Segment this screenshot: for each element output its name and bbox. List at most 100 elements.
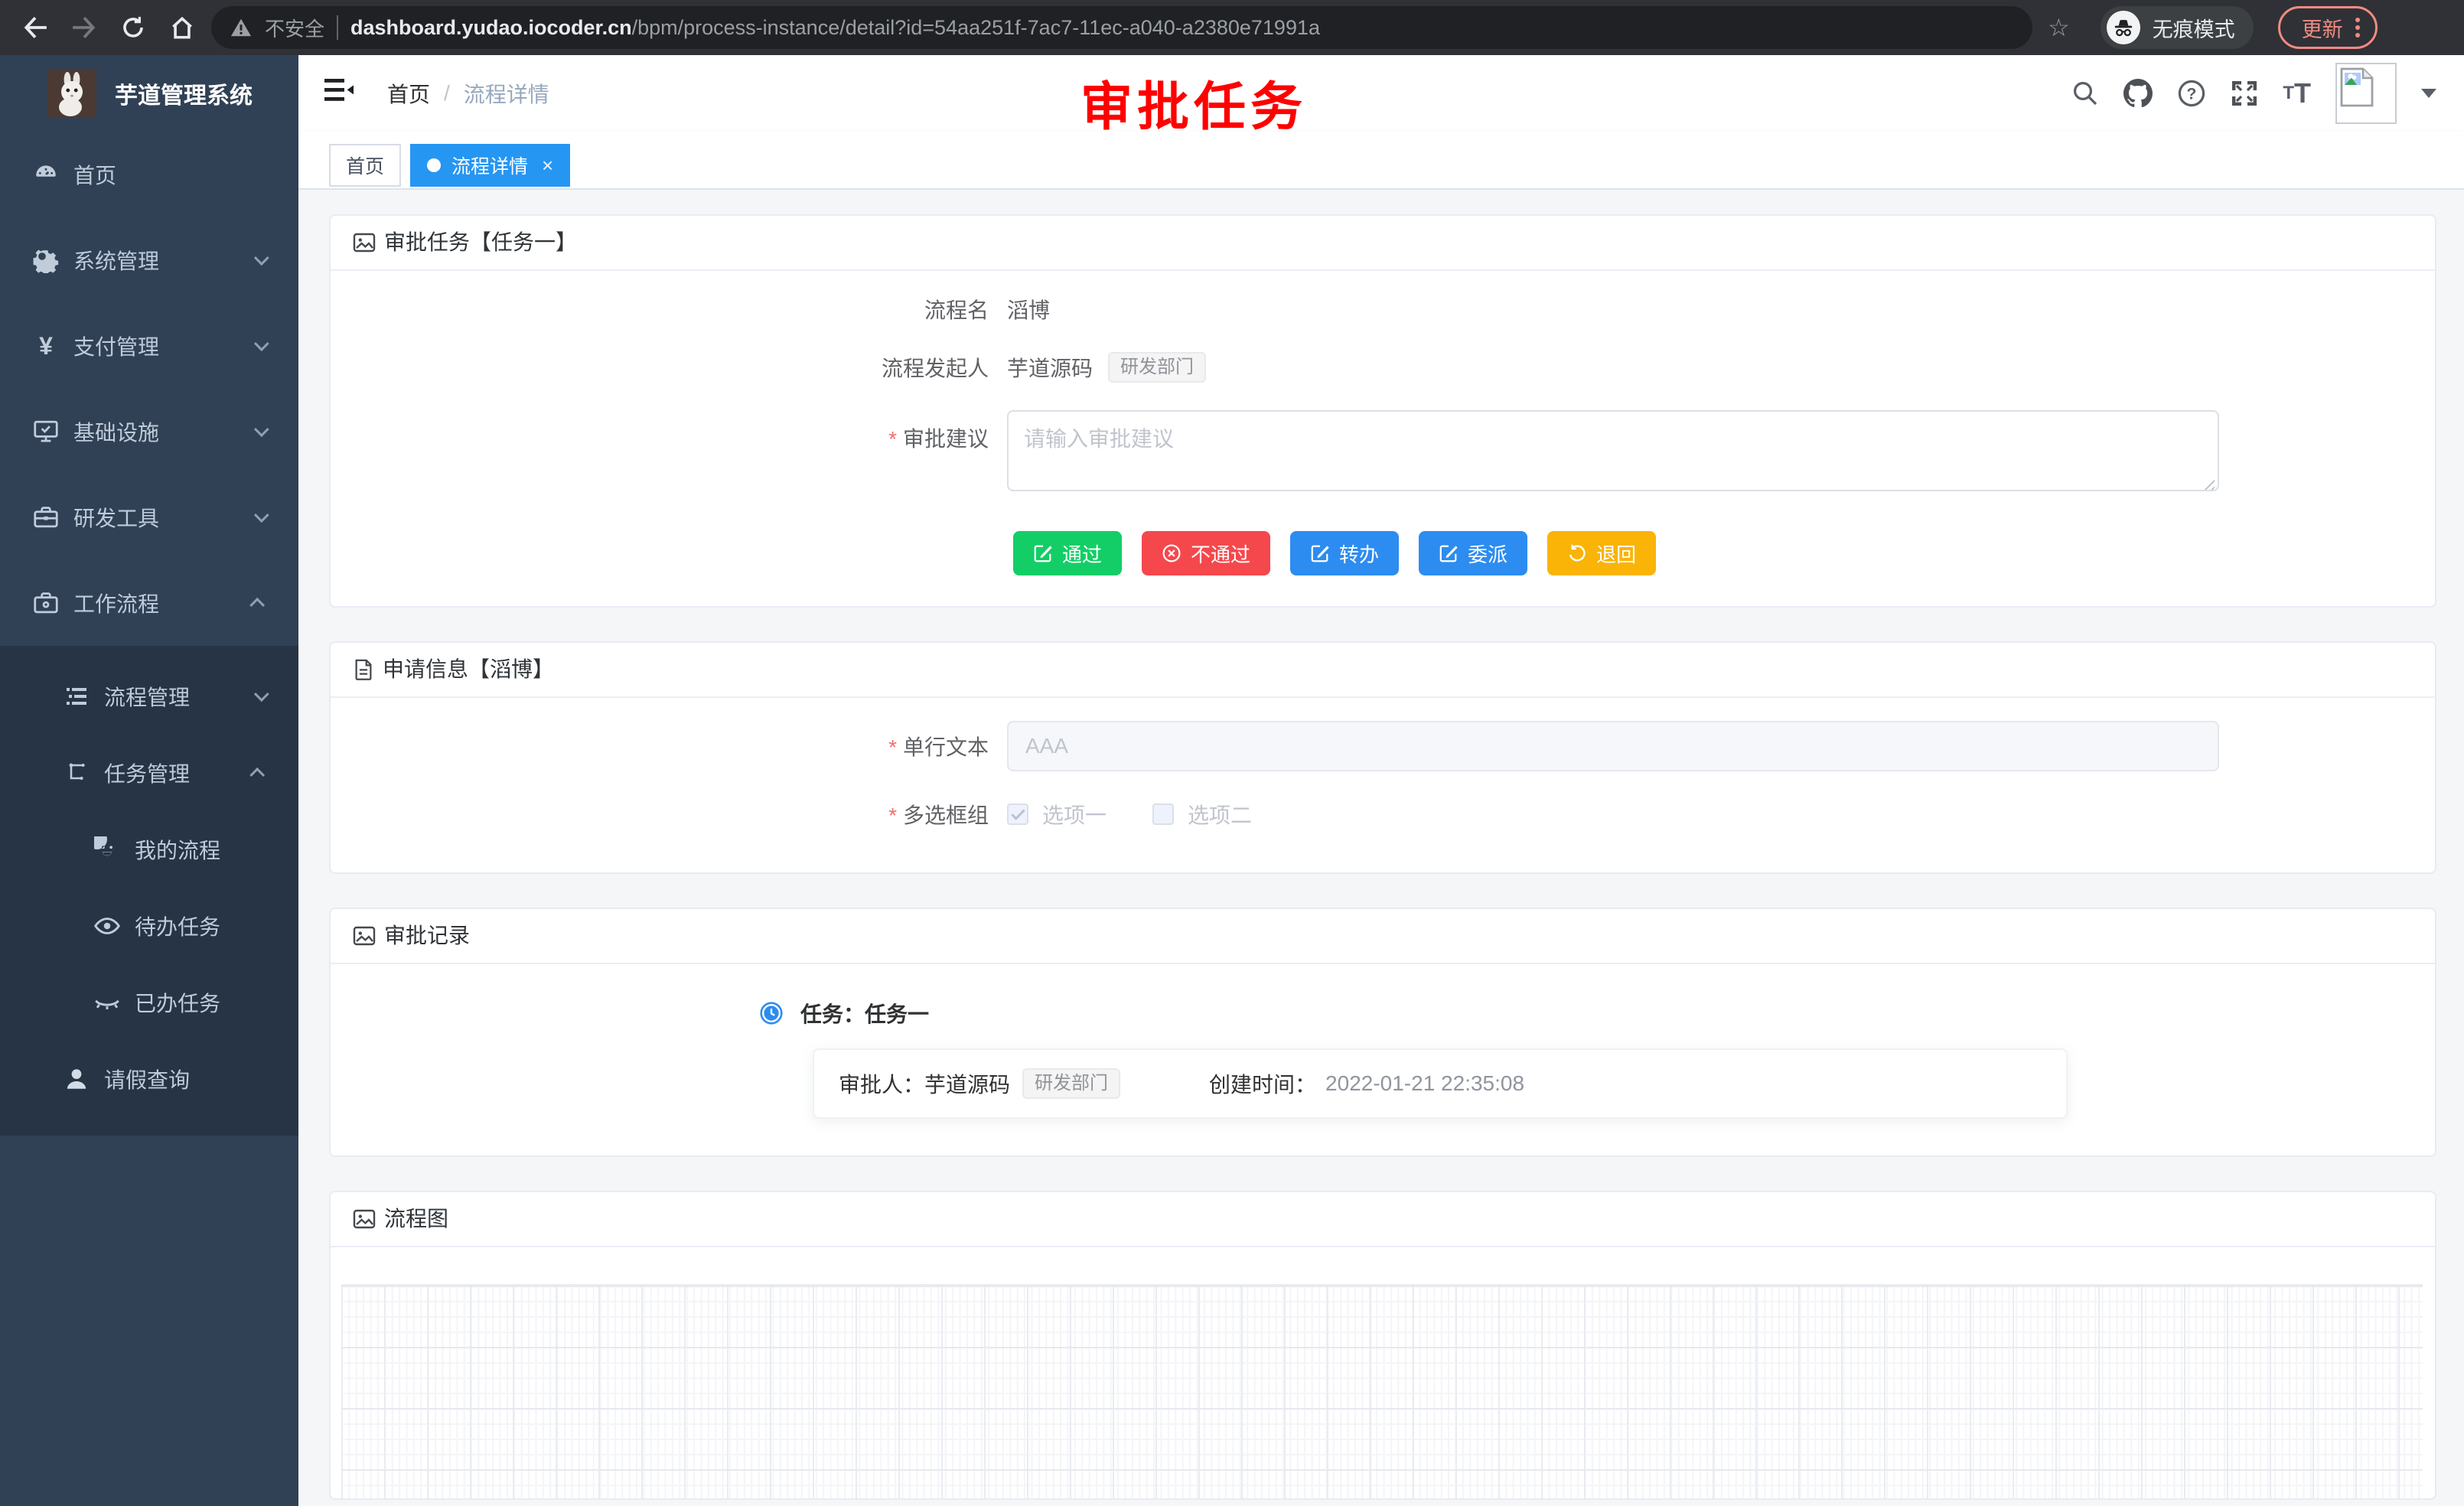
tab-home[interactable]: 首页	[329, 144, 401, 187]
omnibox-separator	[337, 15, 338, 40]
search-icon[interactable]	[2071, 80, 2099, 107]
yen-icon: ¥	[31, 332, 61, 360]
toolbox-icon	[31, 504, 61, 530]
tags-view-bar: 首页 流程详情 ×	[298, 132, 2464, 190]
browser-menu-dots-icon[interactable]	[2355, 18, 2360, 37]
created-time-label: 创建时间：	[1209, 1068, 1316, 1099]
approval-record-card: 审批记录 任务：任务一 审批人： 芋道源码 研发部门	[329, 908, 2436, 1157]
avatar-dropdown-caret-icon[interactable]	[2421, 89, 2436, 98]
sidebar-item-task-mgmt[interactable]: 任务管理	[0, 735, 298, 811]
initiator-dept-tag: 研发部门	[1108, 352, 1206, 383]
chevron-down-icon	[254, 507, 269, 523]
home-icon[interactable]	[162, 8, 202, 47]
card-header: 审批记录	[331, 909, 2435, 964]
briefcase-icon	[31, 590, 61, 616]
sidebar-item-label: 请假查询	[104, 1064, 274, 1094]
tab-process-detail[interactable]: 流程详情 ×	[410, 144, 570, 187]
incognito-icon	[2107, 11, 2140, 44]
checkbox-option-1: 选项一	[1007, 799, 1107, 830]
required-asterisk: *	[888, 804, 897, 827]
url-path: /bpm/process-instance/detail?id=54aa251f…	[632, 16, 1320, 39]
approver-dept-tag: 研发部门	[1022, 1068, 1120, 1099]
edit-icon	[1439, 543, 1459, 563]
avatar[interactable]	[2335, 63, 2397, 124]
sidebar-item-label: 首页	[73, 159, 274, 190]
sidebar-item-home[interactable]: 首页	[0, 132, 298, 217]
breadcrumb-current: 流程详情	[464, 78, 549, 109]
sidebar-item-leave-query[interactable]: 请假查询	[0, 1041, 298, 1117]
browser-toolbar: 不安全 dashboard.yudao.iocoder.cn/bpm/proce…	[0, 0, 2464, 55]
card-header: 流程图	[331, 1192, 2435, 1247]
sidebar-item-infra[interactable]: 基础设施	[0, 389, 298, 474]
forward-icon[interactable]	[64, 8, 104, 47]
record-detail-panel: 审批人： 芋道源码 研发部门 创建时间： 2022-01-21 22:35:08	[813, 1048, 2068, 1119]
checkbox-checked-icon	[1007, 804, 1028, 825]
delegate-button[interactable]: 委派	[1419, 531, 1527, 575]
text-field-label: 单行文本	[903, 735, 989, 759]
card-header: 审批任务【任务一】	[331, 216, 2435, 271]
approval-task-card: 审批任务【任务一】 流程名 滔博 流程发起人 芋道源码 研发部门	[329, 214, 2436, 608]
approver-label: 审批人：	[839, 1068, 924, 1099]
sidebar-item-label: 系统管理	[73, 245, 254, 275]
bpmn-canvas[interactable]	[341, 1284, 2423, 1498]
comment-row: *审批建议	[361, 410, 2404, 497]
clock-icon	[759, 1001, 784, 1025]
bookmark-star-icon[interactable]: ☆	[2048, 13, 2070, 42]
navbar: 首页 / 流程详情 ? T	[298, 55, 2464, 132]
update-button[interactable]: 更新	[2278, 6, 2378, 49]
document-icon	[352, 657, 375, 682]
reload-icon[interactable]	[113, 8, 153, 47]
sidebar-item-system[interactable]: 系统管理	[0, 217, 298, 303]
sidebar-item-label: 待办任务	[135, 911, 274, 941]
eye-open-icon	[92, 912, 122, 940]
sidebar-item-devtools[interactable]: 研发工具	[0, 474, 298, 560]
font-size-icon[interactable]: TT	[2283, 77, 2311, 109]
svg-text:?: ?	[2187, 86, 2197, 103]
circle-close-icon	[1162, 543, 1181, 563]
action-buttons: 通过 不通过 转办 委	[1013, 531, 2404, 575]
security-label[interactable]: 不安全	[265, 14, 324, 42]
transfer-button[interactable]: 转办	[1290, 531, 1399, 575]
sidebar-item-label: 任务管理	[104, 758, 254, 788]
main-area: 审批任务 首页 / 流程详情	[298, 55, 2464, 1506]
sidebar-item-label: 研发工具	[73, 502, 254, 533]
help-icon[interactable]: ?	[2177, 79, 2206, 108]
app-title: 芋道管理系统	[115, 77, 253, 110]
tab-close-icon[interactable]: ×	[542, 154, 553, 178]
fullscreen-icon[interactable]	[2231, 80, 2258, 107]
sidebar-collapse-icon[interactable]	[324, 79, 354, 108]
url-text[interactable]: dashboard.yudao.iocoder.cn/bpm/process-i…	[350, 16, 1320, 40]
checkbox-unchecked-icon	[1152, 804, 1174, 825]
breadcrumb-separator: /	[444, 81, 450, 106]
sidebar-item-done-tasks[interactable]: 已办任务	[0, 964, 298, 1041]
sidebar: 芋道管理系统 首页 系统管理 ¥ 支付管理	[0, 55, 298, 1506]
chevron-down-icon	[254, 250, 269, 266]
process-name-label: 流程名	[361, 294, 1007, 324]
return-button[interactable]: 退回	[1547, 531, 1656, 575]
checkbox-label: 选项一	[1042, 799, 1107, 830]
timeline-item: 任务：任务一	[759, 998, 2404, 1028]
approve-button[interactable]: 通过	[1013, 531, 1122, 575]
security-warning-icon[interactable]	[230, 17, 253, 38]
back-icon[interactable]	[15, 8, 55, 47]
sidebar-item-my-process[interactable]: 我的流程	[0, 811, 298, 888]
text-field-row: *单行文本	[361, 721, 2404, 771]
required-asterisk: *	[888, 735, 897, 759]
sidebar-item-todo-tasks[interactable]: 待办任务	[0, 888, 298, 964]
sidebar-item-payment[interactable]: ¥ 支付管理	[0, 303, 298, 389]
incognito-label: 无痕模式	[2153, 13, 2235, 43]
checkbox-group-label: 多选框组	[903, 804, 989, 827]
sidebar-item-label: 基础设施	[73, 416, 254, 447]
initiator-value: 芋道源码	[1007, 352, 1093, 383]
reject-button[interactable]: 不通过	[1142, 531, 1270, 575]
approver-value: 芋道源码	[924, 1068, 1010, 1099]
breadcrumb-home[interactable]: 首页	[387, 78, 430, 109]
sidebar-logo[interactable]: 芋道管理系统	[0, 55, 298, 132]
github-icon[interactable]	[2123, 79, 2153, 108]
sidebar-item-label: 流程管理	[104, 681, 254, 712]
sidebar-item-workflow[interactable]: 工作流程	[0, 560, 298, 646]
address-bar[interactable]: 不安全 dashboard.yudao.iocoder.cn/bpm/proce…	[211, 6, 2032, 49]
sidebar-item-process-mgmt[interactable]: 流程管理	[0, 658, 298, 735]
comment-textarea[interactable]	[1007, 410, 2219, 491]
card-title: 流程图	[384, 1192, 448, 1246]
